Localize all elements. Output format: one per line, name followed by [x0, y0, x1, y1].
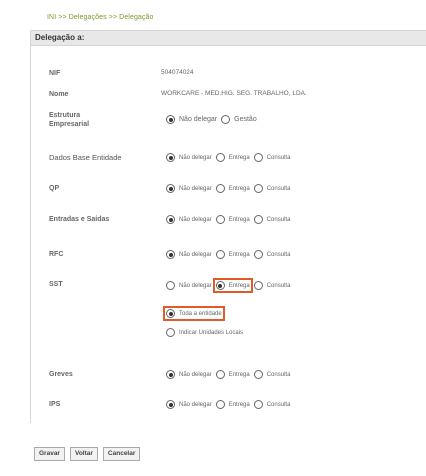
sst-consulta-option[interactable]: Consulta	[253, 281, 291, 290]
estrutura-nao-delegar-option[interactable]: Não delegar	[166, 115, 217, 124]
radio-icon[interactable]	[215, 400, 225, 409]
option-label: Não delegar	[179, 154, 212, 161]
radio-icon[interactable]	[253, 184, 263, 193]
greves-entrega-option[interactable]: Entrega	[215, 370, 250, 379]
action-buttons: Gravar Voltar Cancelar	[34, 447, 145, 461]
estrutura-label-line2: Empresarial	[49, 121, 90, 128]
option-label: Não delegar	[179, 216, 212, 223]
option-label: Gestão	[234, 116, 257, 123]
option-label: Consulta	[266, 371, 291, 378]
sst-toda-entidade-option[interactable]: Toda a entidade	[163, 306, 225, 321]
option-label: Entrega	[228, 401, 250, 408]
radio-icon[interactable]	[215, 153, 225, 162]
greves-nao-delegar-option[interactable]: Não delegar	[166, 370, 212, 379]
qp-consulta-option[interactable]: Consulta	[253, 184, 291, 193]
sst-label: SST	[49, 281, 63, 288]
option-label: Não delegar	[179, 401, 212, 408]
ips-consulta-option[interactable]: Consulta	[253, 400, 291, 409]
option-label: Não delegar	[179, 371, 212, 378]
option-label: Entrega	[228, 216, 250, 223]
qp-label: QP	[49, 185, 60, 192]
save-button[interactable]: Gravar	[34, 447, 65, 461]
radio-icon[interactable]	[253, 153, 263, 162]
sst-unidades-locais-option[interactable]: Indicar Unidades Locais	[166, 328, 243, 337]
option-label: Não delegar	[179, 251, 212, 258]
radio-icon[interactable]	[215, 184, 225, 193]
greves-label: Greves	[49, 371, 73, 378]
option-label: Consulta	[266, 251, 291, 258]
ips-entrega-option[interactable]: Entrega	[215, 400, 250, 409]
estrutura-gestao-option[interactable]: Gestão	[221, 115, 257, 124]
radio-icon[interactable]	[253, 215, 263, 224]
rfc-label: RFC	[49, 251, 64, 258]
option-label: Não delegar	[179, 116, 218, 123]
breadcrumb[interactable]: INI >> Delegações >> Delegação	[47, 14, 154, 21]
option-label: Entrega	[228, 185, 250, 192]
dados-base-nao-delegar-option[interactable]: Não delegar	[166, 153, 212, 162]
radio-selected-icon[interactable]	[166, 215, 175, 224]
radio-icon[interactable]	[253, 250, 263, 259]
radio-selected-icon[interactable]	[215, 281, 225, 290]
radio-selected-icon[interactable]	[166, 370, 175, 379]
back-button[interactable]: Voltar	[69, 447, 98, 461]
option-label: Entrega	[228, 154, 250, 161]
radio-icon[interactable]	[253, 400, 263, 409]
greves-consulta-option[interactable]: Consulta	[253, 370, 291, 379]
nif-value: 504074024	[161, 69, 194, 76]
sst-nao-delegar-option[interactable]: Não delegar	[166, 281, 212, 290]
entradas-consulta-option[interactable]: Consulta	[253, 215, 291, 224]
option-label: Entrega	[228, 251, 250, 258]
option-label: Consulta	[266, 185, 291, 192]
rfc-consulta-option[interactable]: Consulta	[253, 250, 291, 259]
option-label: Entrega	[228, 371, 250, 378]
option-label: Indicar Unidades Locais	[179, 329, 244, 336]
radio-selected-icon[interactable]	[166, 250, 175, 259]
ips-label: IPS	[49, 401, 61, 408]
option-label: Toda a entidade	[179, 310, 222, 317]
entradas-nao-delegar-option[interactable]: Não delegar	[166, 215, 212, 224]
option-label: Consulta	[266, 216, 291, 223]
rfc-nao-delegar-option[interactable]: Não delegar	[166, 250, 212, 259]
option-label: Não delegar	[179, 282, 212, 289]
radio-icon[interactable]	[221, 115, 231, 124]
qp-nao-delegar-option[interactable]: Não delegar	[166, 184, 212, 193]
radio-selected-icon[interactable]	[166, 309, 175, 318]
option-label: Não delegar	[179, 185, 212, 192]
nif-label: NIF	[49, 70, 61, 77]
estrutura-label-line1: Estrutura	[49, 112, 81, 119]
radio-icon[interactable]	[253, 281, 263, 290]
panel-title: Delegação a:	[31, 31, 426, 46]
radio-icon[interactable]	[166, 328, 175, 337]
radio-selected-icon[interactable]	[166, 400, 175, 409]
radio-selected-icon[interactable]	[166, 115, 175, 124]
dados-base-entrega-option[interactable]: Entrega	[215, 153, 250, 162]
sst-entrega-option[interactable]: Entrega	[212, 278, 253, 293]
radio-icon[interactable]	[215, 250, 225, 259]
option-label: Consulta	[266, 401, 291, 408]
radio-icon[interactable]	[215, 370, 225, 379]
nome-value: WORKCARE - MED.HIG. SEG. TRABALHO, LDA.	[161, 90, 307, 97]
dados-base-consulta-option[interactable]: Consulta	[253, 153, 291, 162]
option-label: Consulta	[266, 154, 291, 161]
radio-icon[interactable]	[215, 215, 225, 224]
option-label: Consulta	[266, 282, 291, 289]
delegation-panel: Delegação a: NIF 504074024 Nome WORKCARE…	[30, 30, 426, 423]
radio-icon[interactable]	[166, 281, 175, 290]
option-label: Entrega	[228, 282, 250, 289]
dados-base-label: Dados Base Entidade	[49, 153, 122, 162]
radio-selected-icon[interactable]	[166, 184, 175, 193]
entradas-saidas-label: Entradas e Saídas	[49, 216, 110, 223]
cancel-button[interactable]: Cancelar	[102, 447, 141, 461]
radio-selected-icon[interactable]	[166, 153, 175, 162]
entradas-entrega-option[interactable]: Entrega	[215, 215, 250, 224]
ips-nao-delegar-option[interactable]: Não delegar	[166, 400, 212, 409]
radio-icon[interactable]	[253, 370, 263, 379]
qp-entrega-option[interactable]: Entrega	[215, 184, 250, 193]
nome-label: Nome	[49, 91, 69, 98]
rfc-entrega-option[interactable]: Entrega	[215, 250, 250, 259]
